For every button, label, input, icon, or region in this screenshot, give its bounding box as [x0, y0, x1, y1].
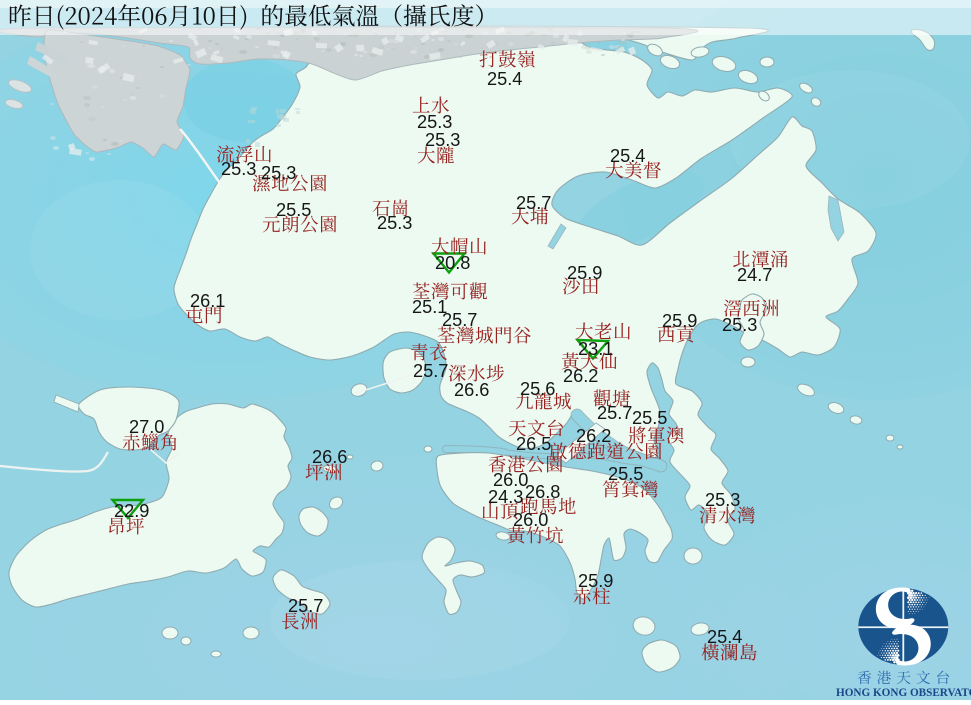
svg-text:25.3: 25.3: [377, 213, 412, 233]
svg-text:27.0: 27.0: [129, 417, 164, 437]
svg-text:25.9: 25.9: [578, 571, 613, 591]
svg-text:25.6: 25.6: [520, 379, 555, 399]
svg-text:25.7: 25.7: [442, 310, 477, 330]
svg-text:25.7: 25.7: [597, 403, 632, 423]
svg-text:25.7: 25.7: [516, 193, 551, 213]
svg-text:25.7: 25.7: [288, 596, 323, 616]
svg-text:25.3: 25.3: [261, 163, 296, 183]
svg-text:22.9: 22.9: [114, 501, 149, 521]
svg-text:26.8: 26.8: [525, 482, 560, 502]
svg-text:26.5: 26.5: [516, 434, 551, 454]
svg-text:24.3: 24.3: [488, 487, 523, 507]
svg-text:23.1: 23.1: [578, 339, 613, 359]
svg-text:25.4: 25.4: [610, 146, 645, 166]
svg-text:25.4: 25.4: [487, 69, 522, 89]
svg-text:25.3: 25.3: [221, 159, 256, 179]
svg-text:26.2: 26.2: [563, 366, 598, 386]
svg-text:24.7: 24.7: [737, 265, 772, 285]
svg-text:25.3: 25.3: [425, 130, 460, 150]
svg-text:26.6: 26.6: [454, 380, 489, 400]
svg-text:25.5: 25.5: [276, 200, 311, 220]
svg-text:25.3: 25.3: [705, 490, 740, 510]
svg-text:26.0: 26.0: [513, 510, 548, 530]
svg-text:26.2: 26.2: [576, 426, 611, 446]
svg-text:HONG KONG OBSERVATORY: HONG KONG OBSERVATORY: [836, 687, 971, 699]
svg-text:25.5: 25.5: [608, 464, 643, 484]
svg-text:25.3: 25.3: [417, 112, 452, 132]
svg-text:25.3: 25.3: [722, 315, 757, 335]
svg-text:26.1: 26.1: [190, 291, 225, 311]
svg-text:25.9: 25.9: [567, 263, 602, 283]
svg-text:25.4: 25.4: [707, 627, 742, 647]
svg-text:25.7: 25.7: [413, 361, 448, 381]
svg-text:25.9: 25.9: [662, 311, 697, 331]
svg-text:20.8: 20.8: [435, 253, 470, 273]
svg-text:26.6: 26.6: [312, 447, 347, 467]
svg-text:25.5: 25.5: [632, 408, 667, 428]
